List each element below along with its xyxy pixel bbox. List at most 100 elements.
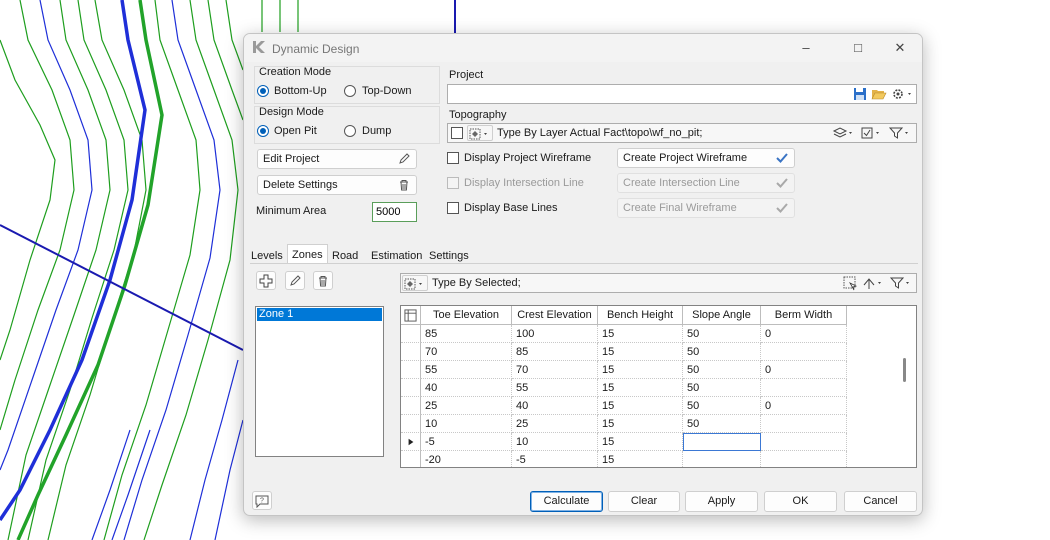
table-cell[interactable] xyxy=(683,433,761,451)
radio-top-down[interactable] xyxy=(344,85,356,97)
table-cell[interactable]: 0 xyxy=(761,325,847,343)
table-cell[interactable] xyxy=(761,451,847,467)
minimize-button[interactable]: – xyxy=(790,38,822,58)
delete-settings-button[interactable]: Delete Settings xyxy=(257,175,417,195)
selection-move-menu[interactable] xyxy=(861,275,887,291)
row-header[interactable] xyxy=(401,361,421,379)
close-button[interactable]: ✕ xyxy=(884,38,916,58)
tab-settings[interactable]: Settings xyxy=(429,248,469,264)
table-cell[interactable]: 15 xyxy=(598,433,683,451)
row-header[interactable] xyxy=(401,379,421,397)
project-field[interactable] xyxy=(447,84,917,104)
display-base-lines-checkbox[interactable] xyxy=(447,202,459,214)
row-header[interactable] xyxy=(401,397,421,415)
help-button[interactable]: ? xyxy=(252,491,272,510)
table-cell[interactable]: 0 xyxy=(761,361,847,379)
table-cell[interactable]: 15 xyxy=(598,361,683,379)
table-cell[interactable] xyxy=(761,415,847,433)
row-header[interactable] xyxy=(401,343,421,361)
table-cell[interactable]: 15 xyxy=(598,325,683,343)
apply-button[interactable]: Apply xyxy=(685,491,758,512)
radio-dump[interactable] xyxy=(344,125,356,137)
table-cell[interactable]: 15 xyxy=(598,397,683,415)
table-corner[interactable] xyxy=(401,306,421,325)
table-cell[interactable]: 50 xyxy=(683,397,761,415)
table-cell[interactable]: 25 xyxy=(512,415,598,433)
col-bench-height[interactable]: Bench Height xyxy=(598,306,683,325)
zone-list[interactable]: Zone 1 xyxy=(255,306,384,457)
table-cell[interactable]: 40 xyxy=(421,379,512,397)
row-header[interactable] xyxy=(401,325,421,343)
col-crest-elevation[interactable]: Crest Elevation xyxy=(512,306,598,325)
topography-filter-menu[interactable] xyxy=(888,125,914,141)
create-project-wireframe-button[interactable]: Create Project Wireframe xyxy=(617,148,795,168)
topography-select-menu[interactable] xyxy=(859,125,885,141)
clear-button[interactable]: Clear xyxy=(608,491,680,512)
selection-filter-menu[interactable] xyxy=(889,275,915,291)
table-cell[interactable]: 50 xyxy=(683,343,761,361)
row-header[interactable] xyxy=(401,433,421,451)
tab-zones[interactable]: Zones xyxy=(287,244,328,264)
display-intersection-line-checkbox[interactable] xyxy=(447,177,459,189)
radio-open-pit[interactable] xyxy=(257,125,269,137)
row-header[interactable] xyxy=(401,451,421,467)
table-cell[interactable]: 55 xyxy=(421,361,512,379)
table-cell[interactable] xyxy=(761,433,847,451)
topography-layers-menu[interactable] xyxy=(831,125,857,141)
display-project-wireframe-checkbox[interactable] xyxy=(447,152,459,164)
edit-zone-button[interactable] xyxy=(285,271,305,290)
table-cell[interactable] xyxy=(761,343,847,361)
ok-button[interactable]: OK xyxy=(764,491,837,512)
row-header[interactable] xyxy=(401,415,421,433)
table-cell[interactable]: 15 xyxy=(598,451,683,467)
table-cell[interactable]: 55 xyxy=(512,379,598,397)
table-cell[interactable]: 15 xyxy=(598,415,683,433)
cancel-button[interactable]: Cancel xyxy=(844,491,917,512)
maximize-button[interactable]: □ xyxy=(842,38,874,58)
table-cell[interactable]: 50 xyxy=(683,379,761,397)
topography-field[interactable]: Type By Layer Actual Fact\topo\wf_no_pit… xyxy=(447,123,917,143)
table-cell[interactable]: -5 xyxy=(512,451,598,467)
tab-road[interactable]: Road xyxy=(332,248,358,264)
project-settings-menu[interactable] xyxy=(890,86,916,102)
zone-list-item[interactable]: Zone 1 xyxy=(257,308,382,321)
edit-project-button[interactable]: Edit Project xyxy=(257,149,417,169)
create-final-wireframe-button[interactable]: Create Final Wireframe xyxy=(617,198,795,218)
table-scrollbar-thumb[interactable] xyxy=(903,358,906,382)
delete-zone-button[interactable] xyxy=(313,271,333,290)
table-cell[interactable]: 0 xyxy=(761,397,847,415)
table-cell[interactable]: 15 xyxy=(598,379,683,397)
topography-checkbox[interactable] xyxy=(451,127,463,139)
table-cell[interactable]: 70 xyxy=(421,343,512,361)
table-cell[interactable]: 100 xyxy=(512,325,598,343)
table-cell[interactable]: 70 xyxy=(512,361,598,379)
calculate-button[interactable]: Calculate xyxy=(530,491,603,512)
radio-bottom-up[interactable] xyxy=(257,85,269,97)
col-toe-elevation[interactable]: Toe Elevation xyxy=(421,306,512,325)
table-cell[interactable]: 40 xyxy=(512,397,598,415)
zone-levels-table[interactable]: Toe Elevation Crest Elevation Bench Heig… xyxy=(400,305,917,468)
table-cell[interactable]: 50 xyxy=(683,415,761,433)
open-project-button[interactable] xyxy=(870,86,888,102)
table-cell[interactable]: 25 xyxy=(421,397,512,415)
tab-estimation[interactable]: Estimation xyxy=(371,248,422,264)
create-intersection-line-button[interactable]: Create Intersection Line xyxy=(617,173,795,193)
table-cell[interactable]: 85 xyxy=(421,325,512,343)
minimum-area-input[interactable] xyxy=(372,202,417,222)
add-zone-button[interactable] xyxy=(256,271,276,290)
table-cell[interactable]: 15 xyxy=(598,343,683,361)
table-cell[interactable]: 50 xyxy=(683,361,761,379)
save-project-button[interactable] xyxy=(851,86,869,102)
table-cell[interactable] xyxy=(683,451,761,467)
selection-type-menu[interactable] xyxy=(402,275,428,291)
col-slope-angle[interactable]: Slope Angle xyxy=(683,306,761,325)
table-cell[interactable]: -20 xyxy=(421,451,512,467)
topography-type-menu[interactable] xyxy=(467,125,493,141)
table-cell[interactable]: 50 xyxy=(683,325,761,343)
selection-filter-field[interactable]: Type By Selected; xyxy=(400,273,917,293)
table-cell[interactable] xyxy=(761,379,847,397)
tab-levels[interactable]: Levels xyxy=(251,248,283,264)
table-cell[interactable]: -5 xyxy=(421,433,512,451)
table-cell[interactable]: 10 xyxy=(421,415,512,433)
table-cell[interactable]: 10 xyxy=(512,433,598,451)
